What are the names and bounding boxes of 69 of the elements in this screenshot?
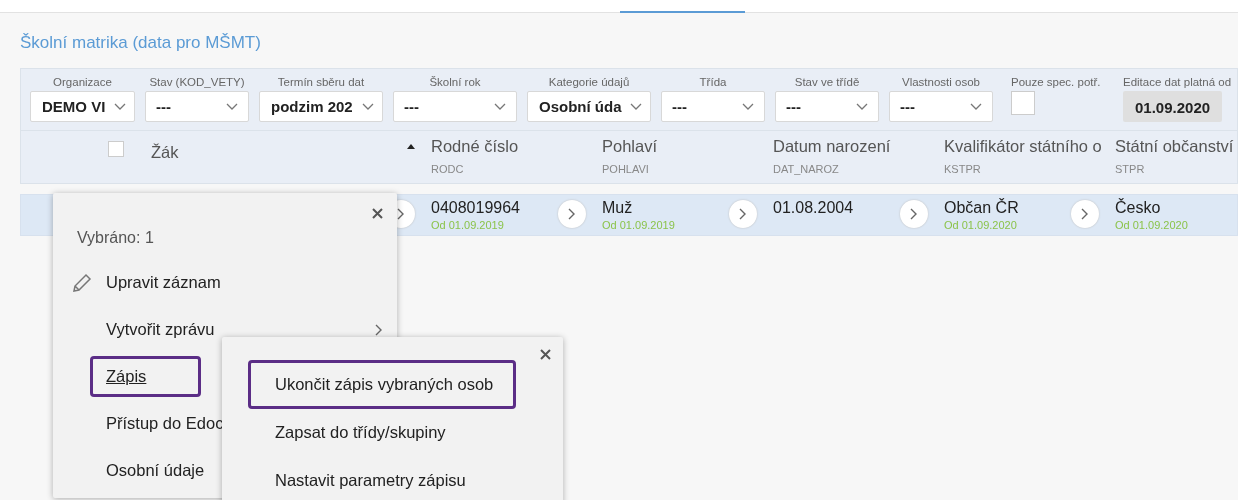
column-header[interactable]: Žák: [151, 143, 179, 162]
valid-from-date: Od 01.09.2020: [944, 219, 1018, 231]
detail-button[interactable]: [729, 200, 757, 228]
filter-label: Školní rok: [429, 75, 481, 90]
checkbox[interactable]: [108, 141, 124, 157]
chevron-down-icon: [226, 102, 238, 111]
table-cell: 0408019964: [431, 199, 520, 217]
filter-label: Třída: [699, 75, 727, 90]
close-icon: [372, 208, 383, 219]
column-code: DAT_NAROZ: [773, 163, 840, 175]
filter-label: Organizace: [53, 75, 112, 90]
column-code: RODC: [431, 163, 465, 175]
chevron-down-icon: [494, 102, 506, 111]
column-header[interactable]: Datum narození: [773, 137, 891, 156]
column-header[interactable]: Rodné číslo: [431, 137, 519, 156]
filter-label: Stav ve třídě: [794, 75, 860, 90]
column-code: POHLAVI: [602, 163, 650, 175]
filter-label: Editace dat platná od: [1123, 75, 1232, 90]
detail-button[interactable]: [900, 200, 928, 228]
menu-item[interactable]: Upravit záznam: [90, 262, 224, 303]
pencil-icon: [71, 271, 93, 294]
menu-item[interactable]: Zápis: [90, 356, 202, 397]
select-field[interactable]: Osobní úda: [527, 91, 651, 122]
column-header[interactable]: Státní občanství: [1115, 137, 1234, 156]
chevron-right-icon: [739, 208, 747, 220]
chevron-down-icon: [362, 102, 374, 111]
detail-button[interactable]: [1071, 200, 1099, 228]
page-title: Školní matrika (data pro MŠMT): [20, 32, 262, 54]
detail-button[interactable]: [558, 200, 586, 228]
menu-item[interactable]: Vytvořit zprávu: [90, 309, 218, 350]
column-code: KSTPR: [944, 163, 982, 175]
select-field[interactable]: ---: [889, 91, 993, 122]
select-field[interactable]: podzim 202: [259, 91, 383, 122]
menu-item[interactable]: Zapsat do třídy/skupiny: [248, 408, 469, 457]
select-field[interactable]: ---: [661, 91, 765, 122]
chevron-right-icon: [910, 208, 918, 220]
chevron-right-icon: [1081, 208, 1089, 220]
filter-label: Termín sběru dat: [277, 75, 365, 90]
table-cell-text: Muž: [602, 199, 634, 217]
column-header[interactable]: Pohlaví: [602, 137, 658, 156]
date-field[interactable]: 01.09.2020: [1123, 91, 1223, 122]
select-field[interactable]: ---: [775, 91, 879, 122]
chevron-right-icon: [568, 208, 576, 220]
menu-item[interactable]: Nastavit parametry zápisu: [248, 456, 489, 500]
table-cell-text: Česko: [1115, 199, 1162, 217]
filter-label: Stav (KOD_VETY): [149, 75, 245, 90]
chevron-down-icon: [114, 102, 126, 111]
filter-label: Kategorie údajů: [548, 75, 630, 90]
menu-item[interactable]: Přístup do Edoc: [90, 403, 227, 444]
select-field[interactable]: ---: [145, 91, 249, 122]
valid-from-date: Od 01.09.2020: [1115, 219, 1188, 231]
menu-item[interactable]: Ukončit zápis vybraných osob: [248, 360, 517, 409]
chevron-down-icon: [630, 102, 642, 111]
filter-label: Vlastnosti osob: [902, 75, 980, 90]
select-field[interactable]: ---: [393, 91, 517, 122]
close-icon: [540, 349, 551, 360]
filter-label: Pouze spec. potř.: [1011, 75, 1101, 90]
valid-from-date: Od 01.09.2019: [602, 219, 675, 231]
chevron-down-icon: [856, 102, 868, 111]
checkbox[interactable]: [1011, 91, 1035, 115]
table-cell: Občan ČR: [944, 199, 1019, 217]
chevron-down-icon: [742, 102, 754, 111]
menu-item[interactable]: Osobní údaje: [90, 450, 208, 491]
column-code: STPR: [1115, 163, 1146, 175]
column-header[interactable]: Kvalifikátor státního o: [944, 137, 1102, 156]
valid-from-date: Od 01.09.2019: [431, 219, 505, 231]
table-cell: 01.08.2004: [773, 199, 854, 217]
chevron-down-icon: [970, 102, 982, 111]
select-field[interactable]: DEMO VI: [30, 91, 135, 122]
